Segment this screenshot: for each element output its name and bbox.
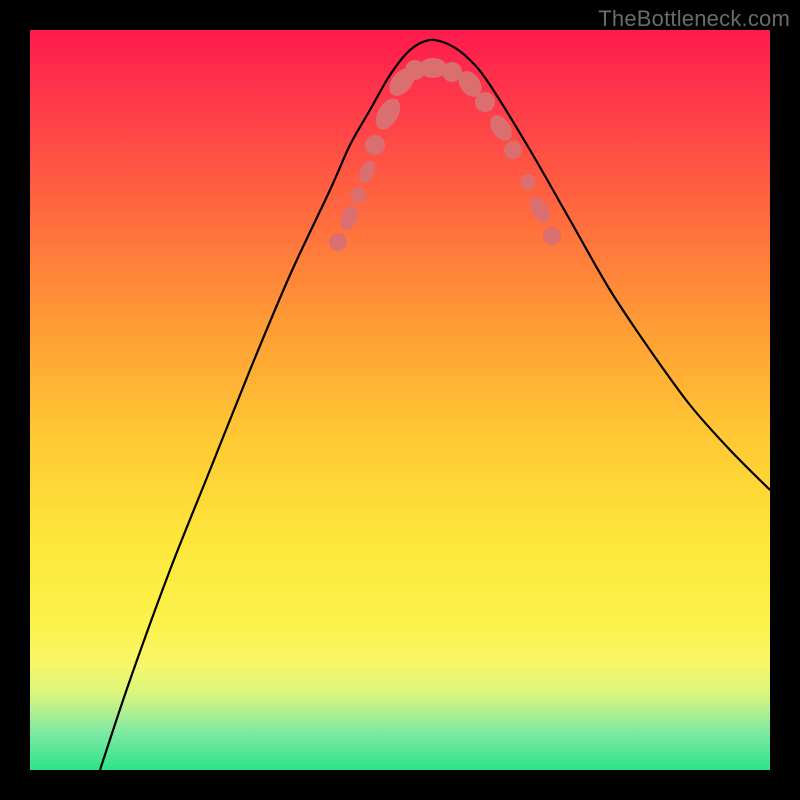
watermark-text: TheBottleneck.com bbox=[598, 6, 790, 32]
bottleneck-curve bbox=[100, 40, 770, 770]
curve-marker bbox=[526, 194, 554, 226]
chart-svg bbox=[30, 30, 770, 770]
curve-marker bbox=[337, 203, 362, 233]
curve-marker bbox=[356, 158, 379, 186]
curve-marker bbox=[475, 92, 495, 112]
marker-layer bbox=[329, 58, 561, 251]
curve-marker bbox=[543, 227, 561, 245]
curve-marker bbox=[350, 187, 366, 203]
curve-marker bbox=[486, 111, 517, 144]
chart-frame bbox=[30, 30, 770, 770]
curve-marker bbox=[504, 141, 522, 159]
curve-marker bbox=[365, 135, 385, 155]
curve-marker bbox=[520, 174, 536, 190]
curve-marker bbox=[329, 233, 347, 251]
